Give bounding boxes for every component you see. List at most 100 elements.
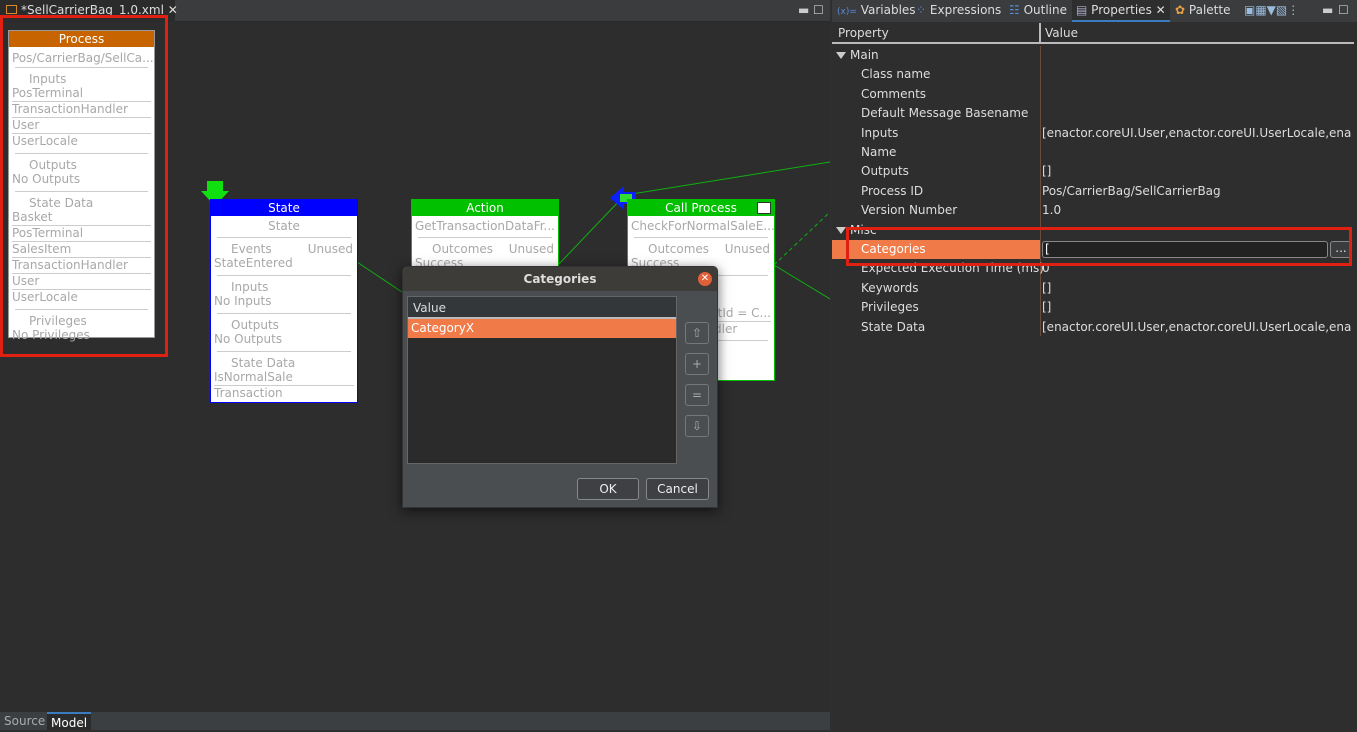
close-icon[interactable]: ✕	[698, 272, 712, 286]
property-name: Comments	[861, 86, 927, 101]
dialog-title: Categories	[403, 267, 717, 291]
outputs-value: No Outputs	[12, 172, 81, 186]
view-tab-bar: (x)= Variables ⁘ Expressions ☷ Outline ▤…	[832, 0, 1357, 22]
maximize-icon[interactable]: ☐	[1338, 3, 1349, 17]
tab-label: Palette	[1188, 3, 1231, 17]
property-row[interactable]: Process ID Pos/CarrierBag/SellCarrierBag	[832, 182, 1354, 201]
expand-triangle-icon[interactable]	[836, 52, 846, 59]
connection	[557, 197, 623, 266]
tab-properties[interactable]: ▤ Properties ✕	[1072, 0, 1170, 22]
inputs-value: No Inputs	[214, 294, 272, 308]
unused-label: Unused	[307, 242, 353, 256]
table-header: Property Value	[832, 23, 1354, 44]
tab-variables[interactable]: (x)= Variables	[837, 3, 916, 17]
property-name: Outputs	[861, 164, 909, 179]
process-id: Pos/CarrierBag/SellCa...	[12, 51, 154, 65]
input-item: UserLocale	[12, 134, 78, 148]
state-data-item: TransactionHandler	[12, 258, 128, 272]
highlight-frame	[846, 227, 1352, 266]
property-row[interactable]: Keywords []	[832, 279, 1354, 298]
categories-list[interactable]: Value CategoryX	[407, 296, 677, 464]
properties-panel: (x)= Variables ⁘ Expressions ☷ Outline ▤…	[832, 0, 1357, 730]
privileges-value: No Privileges	[12, 328, 90, 342]
property-name: Version Number	[861, 203, 958, 218]
property-value: 1.0	[1042, 203, 1062, 218]
property-name: Class name	[861, 67, 931, 82]
property-value: []	[1042, 280, 1052, 295]
move-down-button[interactable]: ⇩	[685, 415, 709, 437]
property-row[interactable]: Comments	[832, 85, 1354, 104]
group-label: Main	[850, 48, 879, 62]
process-node[interactable]: Process Pos/CarrierBag/SellCa... Inputs …	[8, 30, 155, 342]
variables-icon: (x)=	[837, 7, 857, 17]
connection	[631, 161, 830, 195]
tab-palette[interactable]: ✿ Palette	[1175, 3, 1230, 17]
state-name: State	[268, 219, 300, 233]
section-label: Outcomes	[432, 242, 494, 256]
input-item: PosTerminal	[12, 86, 84, 100]
minimize-icon[interactable]: ▬	[1322, 3, 1333, 17]
group-main[interactable]: Main	[832, 46, 1354, 65]
tab-expressions[interactable]: ⁘ Expressions	[916, 3, 1001, 17]
property-row[interactable]: Version Number 1.0	[832, 201, 1354, 220]
subprocess-icon	[757, 202, 771, 214]
tab-model[interactable]: Model	[47, 712, 92, 730]
minimize-icon[interactable]: ▬	[798, 3, 809, 17]
file-icon	[6, 5, 17, 14]
connection	[773, 264, 830, 300]
property-value: []	[1042, 164, 1052, 179]
close-icon[interactable]: ✕	[1156, 3, 1166, 17]
property-name: Default Message Basename	[861, 106, 1029, 121]
move-up-button[interactable]: ⇧	[685, 322, 709, 344]
expand-triangle-icon[interactable]	[836, 226, 846, 234]
event-item: StateEntered	[214, 256, 293, 270]
tab-label: Variables	[860, 3, 916, 17]
state-node[interactable]: State State Events Unused StateEntered In…	[210, 199, 358, 403]
property-row[interactable]: Class name	[832, 65, 1354, 84]
maximize-icon[interactable]: ☐	[813, 3, 824, 17]
column-value[interactable]: Value	[1045, 26, 1078, 40]
palette-icon: ✿	[1175, 3, 1186, 17]
property-row[interactable]: Inputs [enactor.coreUI.User,enactor.coreU…	[832, 124, 1354, 143]
property-name: Privileges	[861, 300, 919, 315]
node-header: Action	[412, 200, 558, 216]
input-item: User	[12, 118, 40, 132]
expressions-icon: ⁘	[916, 3, 927, 17]
property-row[interactable]: Name	[832, 143, 1354, 162]
properties-icon: ▤	[1076, 3, 1088, 17]
add-button[interactable]: +	[685, 353, 709, 375]
editor-bottom-tabs: Source Model	[0, 712, 830, 730]
column-header-value[interactable]: Value	[408, 297, 676, 319]
node-header: Process	[9, 31, 154, 47]
state-data-item: UserLocale	[12, 290, 78, 304]
property-value: [enactor.coreUI.User,enactor.coreUI.User…	[1042, 319, 1352, 334]
property-value: [enactor.coreUI.User,enactor.coreUI.User…	[1042, 125, 1352, 140]
remove-button[interactable]: =	[685, 384, 709, 406]
list-item[interactable]: CategoryX	[408, 319, 676, 338]
ok-button[interactable]: OK	[577, 478, 639, 500]
state-data-item: PosTerminal	[12, 226, 84, 240]
state-data-item: User	[12, 274, 40, 288]
close-icon[interactable]: ✕	[168, 3, 178, 17]
section-label: Outputs	[29, 158, 77, 172]
categories-dialog: Categories ✕ Value CategoryX ⇧ + = ⇩ OK …	[402, 266, 718, 508]
node-header: State	[211, 200, 357, 216]
section-label: Outputs	[231, 318, 279, 332]
property-row[interactable]: Outputs []	[832, 162, 1354, 181]
property-row[interactable]: Privileges []	[832, 298, 1354, 317]
cancel-button[interactable]: Cancel	[646, 478, 709, 500]
unused-label: Unused	[508, 242, 554, 256]
state-data-item: IsNormalSale	[214, 370, 293, 384]
property-value: Pos/CarrierBag/SellCarrierBag	[1042, 183, 1221, 198]
column-property[interactable]: Property	[838, 26, 889, 40]
property-row[interactable]: State Data [enactor.coreUI.User,enactor.c…	[832, 318, 1354, 337]
tab-source[interactable]: Source	[0, 712, 49, 730]
tab-outline[interactable]: ☷ Outline	[1009, 3, 1067, 17]
property-row[interactable]: Default Message Basename	[832, 104, 1354, 123]
tab-label: Properties	[1091, 3, 1152, 17]
tab-label: Outline	[1023, 3, 1068, 17]
toolbar-icons[interactable]: ▣▦▼▧⋮	[1244, 3, 1299, 17]
connection	[356, 261, 403, 293]
property-value: []	[1042, 300, 1052, 315]
property-name: State Data	[861, 319, 926, 334]
